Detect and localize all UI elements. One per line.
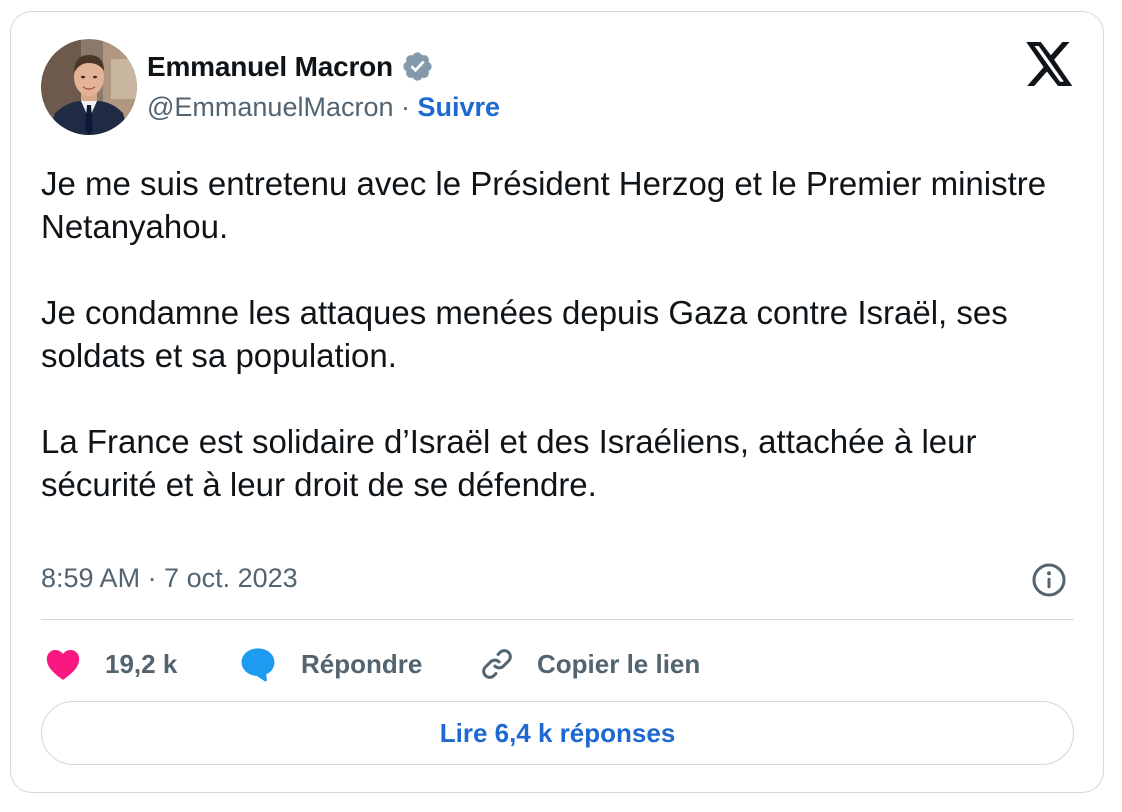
author-handle-row: @EmmanuelMacron · Suivre	[147, 92, 500, 123]
copy-link-label: Copier le lien	[537, 648, 701, 679]
divider	[41, 619, 1074, 620]
reply-label: Répondre	[301, 648, 423, 679]
avatar[interactable]	[41, 39, 137, 135]
author-handle[interactable]: @EmmanuelMacron	[147, 92, 394, 122]
tweet-text: Je me suis entretenu avec le Président H…	[41, 162, 1091, 506]
handle-separator: ·	[393, 92, 418, 122]
tweet-card: Emmanuel Macron @EmmanuelMacron · Suivre…	[10, 11, 1104, 793]
heart-icon	[46, 650, 80, 680]
read-replies-label: Lire 6,4 k réponses	[439, 717, 676, 748]
copy-link-button[interactable]: Copier le lien	[479, 644, 700, 684]
read-replies-button[interactable]: Lire 6,4 k réponses	[41, 701, 1074, 765]
info-icon[interactable]	[1031, 562, 1067, 598]
follow-link[interactable]: Suivre	[418, 92, 501, 122]
tweet-paragraph: Je condamne les attaques menées depuis G…	[41, 294, 1008, 374]
reply-button[interactable]: Répondre	[239, 644, 422, 684]
like-count: 19,2 k	[105, 648, 178, 679]
author-name[interactable]: Emmanuel Macron	[147, 51, 393, 83]
x-logo-icon[interactable]	[1026, 42, 1074, 86]
tweet-timestamp[interactable]: 8:59 AM · 7 oct. 2023	[41, 563, 298, 594]
like-button[interactable]: 19,2 k	[45, 644, 177, 684]
link-icon	[482, 649, 512, 679]
tweet-paragraph: La France est solidaire d’Israël et des …	[41, 423, 977, 503]
verified-badge-icon	[403, 52, 432, 81]
author-name-row: Emmanuel Macron	[147, 50, 434, 83]
tweet-paragraph: Je me suis entretenu avec le Président H…	[41, 165, 1047, 245]
speech-bubble-icon	[241, 648, 275, 682]
